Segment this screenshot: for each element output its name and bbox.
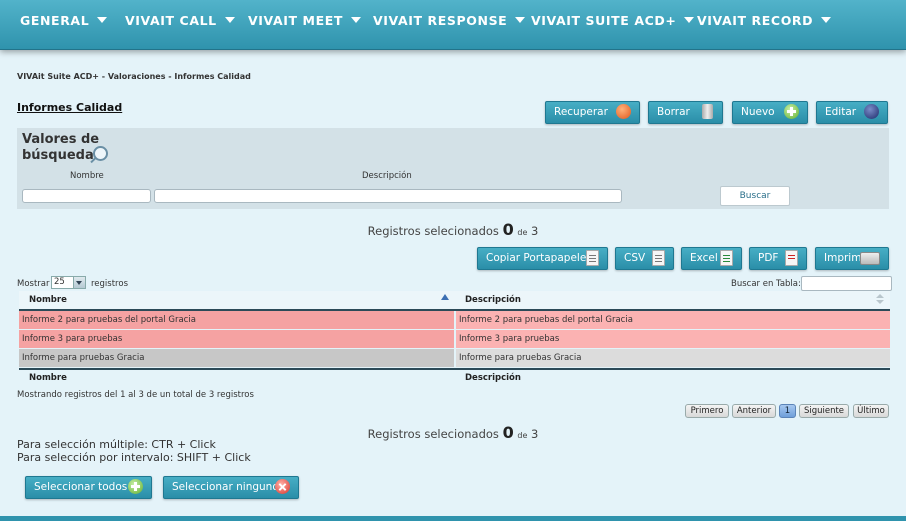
table-search-input[interactable]: [801, 276, 892, 291]
table-row-2-nombre[interactable]: Informe 3 para pruebas: [19, 330, 454, 348]
csv-file-icon: [652, 250, 665, 266]
pdf-file-icon: [785, 250, 798, 266]
table-search-label: Buscar en Tabla:: [731, 279, 801, 289]
printer-icon: [860, 252, 880, 265]
nav-vivait-record[interactable]: VIVAIT RECORD: [697, 0, 832, 42]
column-footer-nombre: Nombre: [29, 373, 67, 383]
nav-general-label: GENERAL: [20, 13, 90, 28]
csv-button[interactable]: CSV: [615, 247, 674, 270]
excel-button[interactable]: Excel: [681, 247, 742, 270]
nav-vivait-call[interactable]: VIVAIT CALL: [125, 0, 235, 42]
select-none-label: Seleccionar ninguno: [172, 481, 279, 493]
recuperar-button[interactable]: Recuperar: [545, 101, 640, 124]
close-icon: [275, 479, 290, 494]
table-info: Mostrando registros del 1 al 3 de un tot…: [17, 390, 254, 400]
pagination-first[interactable]: Primero: [685, 404, 729, 418]
seleccionar-ninguno-button[interactable]: Seleccionar ninguno: [163, 476, 299, 499]
plus-icon: [128, 479, 143, 494]
borrar-button[interactable]: Borrar: [648, 101, 723, 124]
magnifier-icon: [93, 146, 108, 161]
nombre-input[interactable]: [22, 189, 151, 203]
chevron-down-icon: [351, 17, 361, 23]
buscar-button[interactable]: Buscar: [720, 186, 790, 206]
recuperar-label: Recuperar: [554, 106, 608, 118]
pagination-page-1[interactable]: 1: [779, 404, 796, 418]
sort-icon: [876, 294, 884, 305]
selection-counter-top: Registros selecionados 0 de 3: [0, 220, 906, 239]
pagination-next[interactable]: Siguiente: [799, 404, 849, 418]
table-row-1-descripcion[interactable]: Informe 2 para pruebas del portal Gracia: [456, 311, 890, 329]
chevron-down-icon: [73, 277, 85, 288]
table-row-2-descripcion[interactable]: Informe 3 para pruebas: [456, 330, 890, 348]
copiar-portapapeles-button[interactable]: Copiar Portapapeles: [477, 247, 608, 270]
page-length-value: 25: [54, 277, 65, 287]
clipboard-icon: [586, 250, 599, 266]
search-panel: Valores de búsqueda Nombre Descripción B…: [17, 128, 889, 209]
editar-label: Editar: [825, 106, 857, 118]
pagination-prev[interactable]: Anterior: [732, 404, 776, 418]
plus-icon: [784, 104, 799, 119]
nav-vivait-meet[interactable]: VIVAIT MEET: [248, 0, 361, 42]
nav-general[interactable]: GENERAL: [20, 0, 108, 42]
nav-vivait-record-label: VIVAIT RECORD: [697, 13, 814, 28]
help-multi-select: Para selección múltiple: CTR + Click: [17, 438, 216, 451]
nuevo-label: Nuevo: [741, 106, 775, 118]
selection-total: 3: [531, 224, 539, 238]
selection-counter-prefix: Registros selecionados: [367, 427, 499, 441]
csv-label: CSV: [624, 252, 646, 264]
chevron-down-icon: [684, 17, 695, 23]
selection-counter-of: de: [517, 228, 528, 237]
selection-count: 0: [502, 423, 514, 442]
table-row-3-nombre[interactable]: Informe para pruebas Gracia: [19, 349, 454, 367]
excel-label: Excel: [690, 252, 718, 264]
recover-icon: [616, 104, 631, 119]
nombre-label: Nombre: [70, 171, 104, 181]
selection-counter-of: de: [517, 431, 528, 440]
breadcrumb: VIVAit Suite ACD+ - Valoraciones - Infor…: [17, 72, 251, 81]
excel-file-icon: [720, 250, 733, 266]
column-header-descripcion[interactable]: Descripción: [455, 291, 890, 309]
nav-vivait-call-label: VIVAIT CALL: [125, 13, 217, 28]
borrar-label: Borrar: [657, 106, 690, 118]
length-suffix: registros: [91, 279, 128, 289]
length-prefix: Mostrar: [17, 279, 50, 289]
chevron-down-icon: [821, 17, 832, 23]
nuevo-button[interactable]: Nuevo: [732, 101, 808, 124]
edit-pen-icon: [864, 104, 879, 119]
nav-vivait-meet-label: VIVAIT MEET: [248, 13, 343, 28]
nav-vivait-suite-acd-label: VIVAIT SUITE ACD+: [531, 13, 677, 28]
trash-icon: [702, 104, 713, 119]
table-row-3-descripcion[interactable]: Informe para pruebas Gracia: [456, 349, 890, 367]
pdf-label: PDF: [758, 252, 779, 264]
imprimir-button[interactable]: Imprimir: [815, 247, 889, 270]
select-all-label: Seleccionar todos: [34, 481, 128, 493]
chevron-down-icon: [515, 17, 526, 23]
nav-vivait-suite-acd[interactable]: VIVAIT SUITE ACD+: [531, 0, 695, 42]
chevron-down-icon: [97, 17, 108, 23]
column-footer-descripcion: Descripción: [465, 373, 521, 383]
bottom-bar: [0, 516, 906, 521]
descripcion-label: Descripción: [362, 171, 412, 181]
top-navigation: GENERAL VIVAIT CALL VIVAIT MEET VIVAIT R…: [0, 0, 906, 50]
page-title: Informes Calidad: [17, 101, 123, 114]
column-header-nombre[interactable]: Nombre: [19, 291, 454, 309]
table-row-1-nombre[interactable]: Informe 2 para pruebas del portal Gracia: [19, 311, 454, 329]
selection-count: 0: [502, 220, 514, 239]
seleccionar-todos-button[interactable]: Seleccionar todos: [25, 476, 152, 499]
editar-button[interactable]: Editar: [816, 101, 888, 124]
pagination-last[interactable]: Último: [853, 404, 889, 418]
nav-vivait-response[interactable]: VIVAIT RESPONSE: [373, 0, 526, 42]
chevron-down-icon: [224, 17, 235, 23]
selection-counter-prefix: Registros selecionados: [367, 224, 499, 238]
nav-vivait-response-label: VIVAIT RESPONSE: [373, 13, 508, 28]
pdf-button[interactable]: PDF: [749, 247, 807, 270]
help-range-select: Para selección por intervalo: SHIFT + Cl…: [17, 451, 251, 464]
copy-label: Copiar Portapapeles: [486, 252, 592, 264]
descripcion-input[interactable]: [154, 189, 622, 203]
sort-asc-icon: [441, 294, 449, 300]
page-length-select[interactable]: 25: [51, 276, 86, 289]
selection-total: 3: [531, 427, 539, 441]
